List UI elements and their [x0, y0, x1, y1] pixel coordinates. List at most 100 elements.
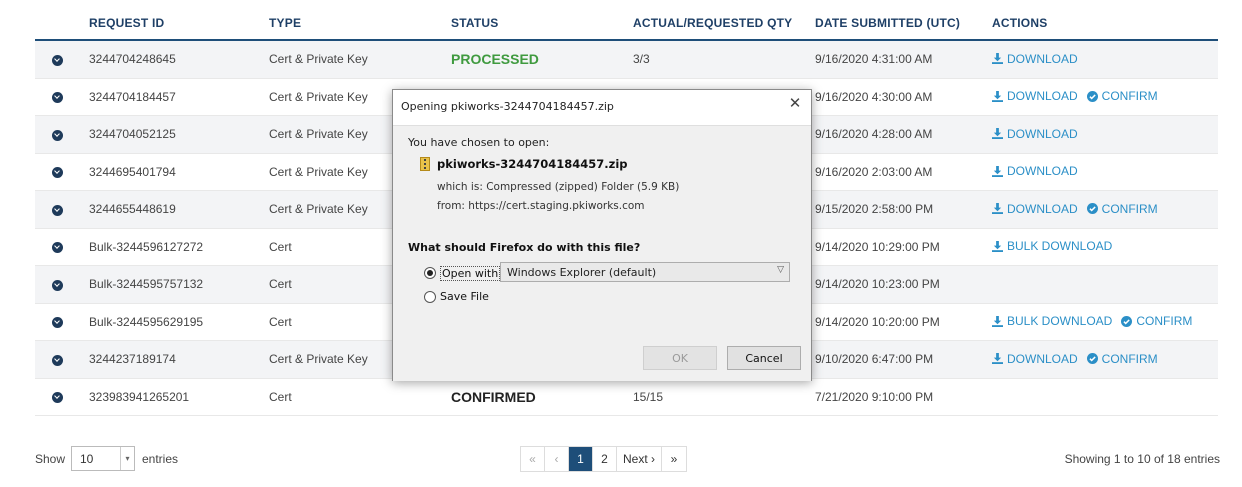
download-button[interactable]: DOWNLOAD: [992, 52, 1078, 66]
col-qty[interactable]: ACTUAL/REQUESTED QTY: [633, 16, 815, 30]
date-submitted: 9/16/2020 2:03:00 AM: [815, 164, 933, 179]
show-label: Show: [35, 452, 66, 466]
confirm-label: CONFIRM: [1101, 351, 1158, 366]
date-submitted: 9/14/2020 10:23:00 PM: [815, 277, 940, 292]
row-actions: DOWNLOAD CONFIRM: [992, 352, 1218, 368]
ok-button[interactable]: OK: [643, 346, 717, 370]
request-id: 3244695401794: [89, 164, 176, 179]
confirm-label: CONFIRM: [1101, 89, 1158, 103]
download-button[interactable]: DOWNLOAD: [992, 127, 1078, 141]
download-label: DOWNLOAD: [1007, 351, 1078, 366]
date-submitted: 9/16/2020 4:31:00 AM: [815, 52, 933, 67]
request-type: Cert & Private Key: [269, 52, 368, 67]
last-page-button[interactable]: »: [662, 447, 687, 471]
download-label: DOWNLOAD: [1007, 126, 1078, 141]
col-status[interactable]: STATUS: [451, 16, 633, 30]
status-badge: PROCESSED: [451, 51, 539, 68]
chevron-down-circle-icon[interactable]: [52, 204, 63, 216]
download-label: BULK DOWNLOAD: [1007, 239, 1113, 253]
chevron-down-circle-icon[interactable]: [52, 354, 63, 366]
chevron-down-circle-icon[interactable]: [52, 92, 63, 104]
chevron-down-icon: ▾: [120, 447, 134, 470]
download-icon: [992, 90, 1003, 102]
col-actions: ACTIONS: [992, 15, 1048, 30]
entries-info: Showing 1 to 10 of 18 entries: [1064, 452, 1220, 466]
date-submitted: 9/14/2020 10:20:00 PM: [815, 314, 940, 329]
file-type: which is: Compressed (zipped) Folder (5.…: [437, 181, 680, 193]
chevron-down-circle-icon[interactable]: [52, 167, 63, 179]
row-actions: DOWNLOAD CONFIRM: [992, 202, 1218, 218]
row-actions: DOWNLOAD: [992, 52, 1218, 68]
chevron-down-circle-icon[interactable]: [52, 392, 63, 404]
close-icon[interactable]: ✕: [787, 94, 803, 112]
download-button[interactable]: DOWNLOAD: [992, 89, 1078, 103]
request-id: Bulk-3244596127272: [89, 239, 204, 254]
download-icon: [992, 203, 1003, 214]
download-label: DOWNLOAD: [1007, 89, 1078, 103]
confirm-button[interactable]: CONFIRM: [1086, 89, 1158, 103]
download-icon: [992, 240, 1003, 252]
open-with-label[interactable]: Open with: [440, 266, 501, 281]
open-file-dialog: Opening pkiworks-3244704184457.zip ✕ You…: [392, 89, 812, 381]
col-request-id[interactable]: REQUEST ID: [89, 16, 269, 30]
download-icon: [992, 315, 1003, 327]
page-length-value: 10: [80, 451, 94, 466]
download-icon: [992, 53, 1003, 64]
download-button[interactable]: BULK DOWNLOAD: [992, 314, 1112, 328]
download-button[interactable]: DOWNLOAD: [992, 352, 1078, 366]
dialog-body: You have chosen to open: pkiworks-324470…: [393, 125, 811, 381]
request-id: 3244704248645: [89, 52, 176, 67]
page-length-select[interactable]: 10 ▾: [71, 446, 135, 471]
col-type[interactable]: TYPE: [269, 16, 451, 30]
date-submitted: 7/21/2020 9:10:00 PM: [815, 389, 934, 404]
save-file-label[interactable]: Save File: [440, 290, 489, 303]
download-icon: [992, 128, 1003, 139]
row-actions: BULK DOWNLOAD: [992, 239, 1218, 255]
status-badge: CONFIRMED: [451, 388, 536, 405]
chevron-down-circle-icon[interactable]: [52, 242, 63, 254]
request-id: 3244704184457: [89, 89, 176, 104]
date-submitted: 9/14/2020 10:29:00 PM: [815, 239, 940, 254]
date-submitted: 9/15/2020 2:58:00 PM: [815, 202, 934, 217]
check-circle-icon: [1086, 90, 1098, 102]
request-id: 323983941265201: [89, 389, 190, 404]
col-date-submitted[interactable]: DATE SUBMITTED (UTC): [815, 16, 992, 30]
quantity: 3/3: [633, 52, 650, 67]
chevron-down-circle-icon[interactable]: [52, 279, 63, 291]
download-button[interactable]: DOWNLOAD: [992, 164, 1078, 178]
open-with-radio[interactable]: [424, 267, 436, 279]
page-2-button[interactable]: 2: [593, 447, 617, 471]
next-page-button[interactable]: Next ›: [617, 447, 663, 471]
chevron-down-circle-icon[interactable]: [52, 129, 63, 141]
check-circle-icon: [1086, 353, 1098, 364]
check-circle-icon: [1086, 203, 1098, 214]
request-id: Bulk-3244595629195: [89, 314, 204, 329]
confirm-button[interactable]: CONFIRM: [1086, 201, 1158, 216]
save-file-radio[interactable]: [424, 291, 436, 303]
confirm-label: CONFIRM: [1136, 314, 1193, 328]
page-1-button[interactable]: 1: [569, 447, 593, 471]
request-id: Bulk-3244595757132: [89, 277, 204, 292]
confirm-button[interactable]: CONFIRM: [1086, 351, 1158, 366]
download-button[interactable]: DOWNLOAD: [992, 202, 1078, 216]
open-with-app-value: Windows Explorer (default): [507, 265, 657, 279]
confirm-label: CONFIRM: [1101, 201, 1158, 216]
request-id: 3244655448619: [89, 202, 176, 217]
open-with-app-select[interactable]: Windows Explorer (default) ▽: [500, 262, 790, 282]
zip-file-icon: [420, 157, 430, 171]
cancel-button[interactable]: Cancel: [727, 346, 801, 370]
table-footer: Show 10 ▾ entries « ‹ 1 2 Next › » Showi…: [35, 444, 1220, 474]
chevron-down-circle-icon[interactable]: [52, 317, 63, 329]
chevron-down-icon: ▽: [777, 265, 784, 275]
date-submitted: 9/16/2020 4:30:00 AM: [815, 89, 933, 104]
row-actions: DOWNLOAD: [992, 164, 1218, 180]
check-circle-icon: [1121, 315, 1133, 327]
confirm-button[interactable]: CONFIRM: [1121, 314, 1192, 328]
prev-page-button[interactable]: ‹: [545, 447, 569, 471]
chevron-down-circle-icon[interactable]: [52, 54, 63, 66]
pagination: « ‹ 1 2 Next › »: [520, 446, 688, 472]
download-icon: [992, 353, 1003, 364]
first-page-button[interactable]: «: [521, 447, 545, 471]
download-button[interactable]: BULK DOWNLOAD: [992, 239, 1112, 253]
date-submitted: 9/16/2020 4:28:00 AM: [815, 127, 933, 142]
